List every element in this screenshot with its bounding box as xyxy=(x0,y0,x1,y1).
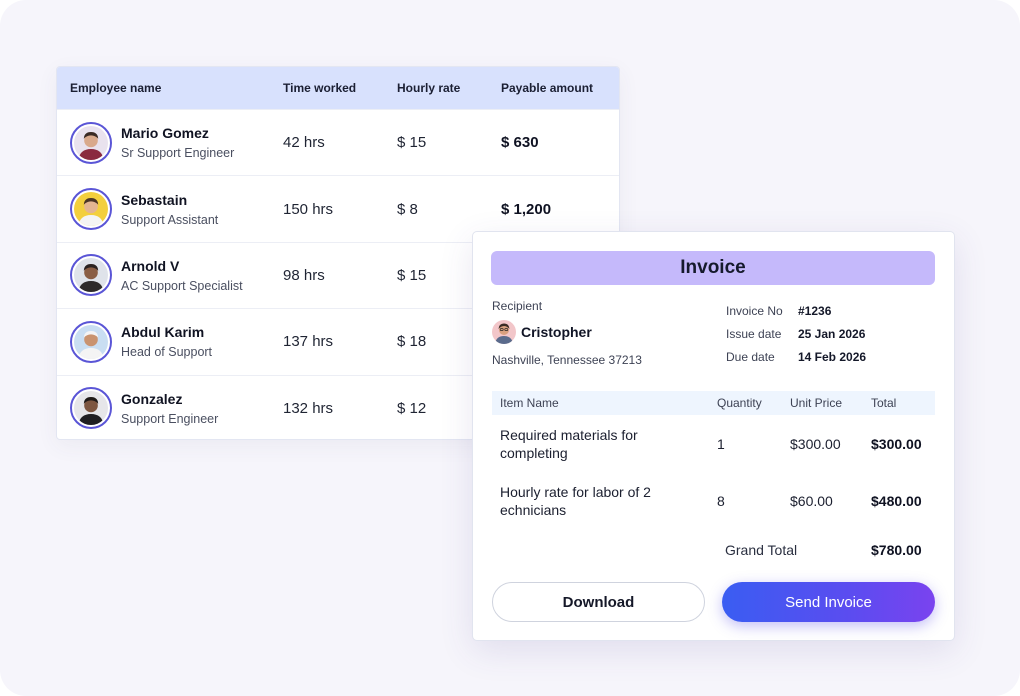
due-date-label: Due date xyxy=(726,350,775,364)
download-button[interactable]: Download xyxy=(492,582,705,622)
avatar xyxy=(70,320,112,363)
issue-date-value: 25 Jan 2026 xyxy=(798,327,866,341)
employee-role: Sr Support Engineer xyxy=(121,146,235,161)
time-worked: 42 hrs xyxy=(283,134,325,152)
header-employee-name: Employee name xyxy=(70,81,162,95)
person-avatar-icon xyxy=(74,324,108,359)
employee-info: Sebastain Support Assistant xyxy=(121,192,218,227)
invoice-card: Invoice Recipient Cristopher Nashville, … xyxy=(472,231,955,641)
avatar xyxy=(70,387,112,430)
time-worked: 150 hrs xyxy=(283,200,334,218)
header-total: Total xyxy=(871,396,897,410)
table-header: Employee name Time worked Hourly rate Pa… xyxy=(57,67,619,109)
header-item-name: Item Name xyxy=(500,396,559,410)
employee-name: Arnold V xyxy=(121,257,180,274)
recipient-name: Cristopher xyxy=(521,324,592,340)
item-quantity: 8 xyxy=(717,493,725,509)
avatar xyxy=(70,188,112,231)
employee-role: Head of Support xyxy=(121,345,213,360)
table-row: Mario Gomez Sr Support Engineer 42 hrs $ 15… xyxy=(57,109,619,175)
employee-role: AC Support Specialist xyxy=(121,278,243,293)
employee-role: Support Assistant xyxy=(121,212,219,227)
avatar xyxy=(70,254,112,297)
item-unit-price: $300.00 xyxy=(790,436,841,452)
invoice-title: Invoice xyxy=(491,251,935,285)
employee-info: Arnold V AC Support Specialist xyxy=(121,258,243,293)
employee-cell: Abdul Karim Head of Support xyxy=(57,320,283,363)
item-unit-price: $60.00 xyxy=(790,493,833,509)
grand-total-value: $780.00 xyxy=(871,542,922,558)
employee-info: Gonzalez Support Engineer xyxy=(121,391,218,426)
employee-name: Abdul Karim xyxy=(121,324,205,341)
recipient-avatar xyxy=(492,320,516,344)
items-table-header: Item Name Quantity Unit Price Total xyxy=(492,391,935,415)
employee-cell: Gonzalez Support Engineer xyxy=(57,387,283,430)
issue-date-label: Issue date xyxy=(726,327,782,341)
employee-info: Mario Gomez Sr Support Engineer xyxy=(121,125,234,160)
header-unit-price: Unit Price xyxy=(790,396,843,410)
header-hourly-rate: Hourly rate xyxy=(397,81,461,95)
item-name: Hourly rate for labor of 2 echnicians xyxy=(500,484,651,518)
person-avatar-icon xyxy=(74,258,108,293)
employee-info: Abdul Karim Head of Support xyxy=(121,324,212,359)
person-avatar-icon xyxy=(74,125,108,160)
time-worked: 137 hrs xyxy=(283,333,334,351)
grand-total-label: Grand Total xyxy=(725,542,798,558)
due-date-value: 14 Feb 2026 xyxy=(798,350,867,364)
recipient-label: Recipient xyxy=(492,299,543,313)
hourly-rate: $ 15 xyxy=(397,134,427,152)
header-quantity: Quantity xyxy=(717,396,762,410)
invoice-no-value: #1236 xyxy=(798,304,832,318)
invoice-no-label: Invoice No xyxy=(726,304,783,318)
time-worked: 98 hrs xyxy=(283,266,325,284)
employee-cell: Sebastain Support Assistant xyxy=(57,188,283,231)
avatar xyxy=(70,121,112,164)
hourly-rate: $ 8 xyxy=(397,200,418,218)
header-payable-amount: Payable amount xyxy=(501,81,594,95)
employee-name: Gonzalez xyxy=(121,390,183,407)
time-worked: 132 hrs xyxy=(283,399,334,417)
app-canvas: Employee name Time worked Hourly rate Pa… xyxy=(0,0,1020,696)
employee-name: Sebastain xyxy=(121,191,188,208)
item-total: $300.00 xyxy=(871,436,922,452)
item-total: $480.00 xyxy=(871,493,922,509)
recipient-address: Nashville, Tennessee 37213 xyxy=(492,353,642,367)
payable-amount: $ 1,200 xyxy=(501,200,552,218)
employee-name: Mario Gomez xyxy=(121,125,209,142)
item-quantity: 1 xyxy=(717,436,725,452)
person-avatar-icon xyxy=(74,391,108,426)
send-invoice-button[interactable]: Send Invoice xyxy=(722,582,935,622)
payable-amount: $ 630 xyxy=(501,134,539,152)
employee-role: Support Engineer xyxy=(121,411,219,426)
employee-cell: Mario Gomez Sr Support Engineer xyxy=(57,121,283,164)
recipient-avatar-icon xyxy=(492,320,516,344)
recipient: Cristopher xyxy=(492,320,592,344)
person-avatar-icon xyxy=(74,192,108,227)
employee-cell: Arnold V AC Support Specialist xyxy=(57,254,283,297)
item-name: Required materials for completing xyxy=(500,427,638,461)
header-time-worked: Time worked xyxy=(283,81,357,95)
